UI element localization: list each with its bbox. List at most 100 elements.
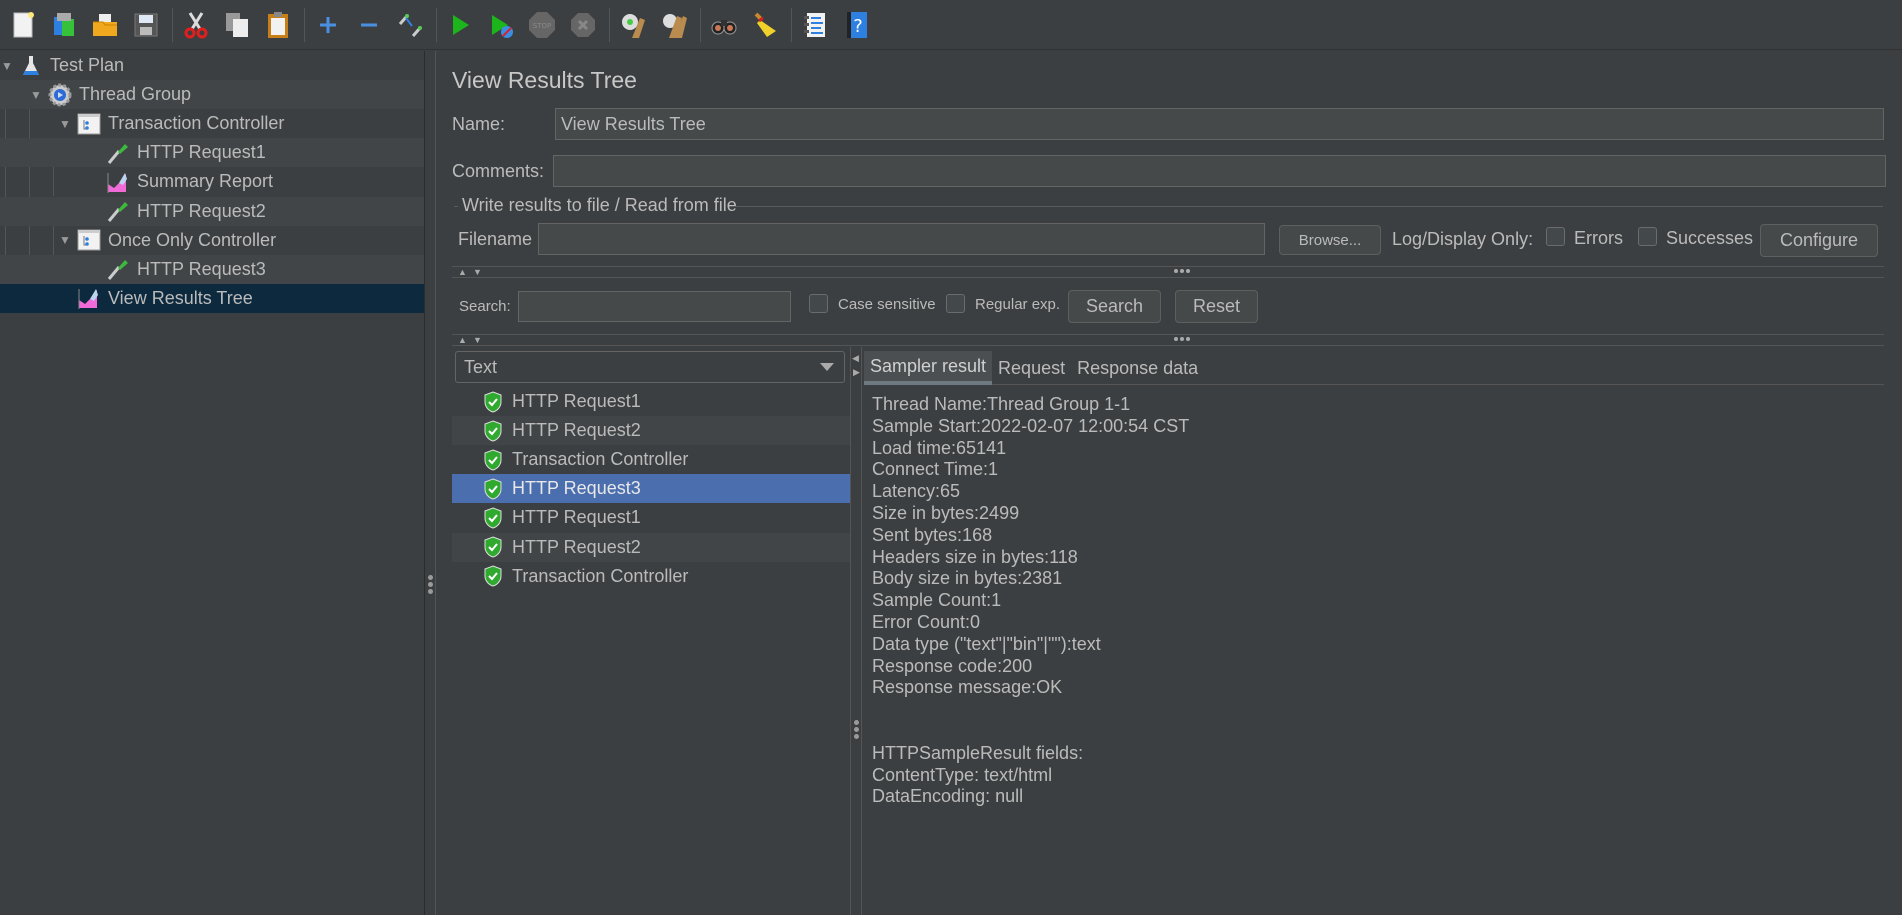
result-line: Sample Start:2022-02-07 12:00:54 CST bbox=[872, 415, 1190, 436]
clear-button[interactable] bbox=[614, 5, 652, 45]
search-input[interactable] bbox=[518, 291, 791, 322]
toolbar-separator bbox=[609, 7, 610, 42]
clear-all-icon bbox=[659, 10, 689, 40]
tree-item[interactable]: HTTP Request1 bbox=[0, 138, 424, 168]
comments-field[interactable] bbox=[553, 155, 1886, 187]
top-splitter[interactable]: ▲ ▼ bbox=[452, 266, 1884, 278]
renderer-select[interactable]: Text bbox=[455, 351, 845, 383]
successes-checkbox[interactable] bbox=[1638, 227, 1657, 246]
tree-item-label: Thread Group bbox=[79, 84, 192, 105]
collapse-left-icon[interactable]: ◀ bbox=[852, 353, 859, 364]
tree-item[interactable]: ▼ Once Only Controller bbox=[0, 226, 424, 255]
expand-arrow-icon[interactable]: ▼ bbox=[0, 59, 14, 73]
clear-all-button[interactable] bbox=[655, 5, 693, 45]
toggle-button[interactable] bbox=[391, 5, 429, 45]
result-item[interactable]: Transaction Controller bbox=[452, 562, 850, 591]
results-splitter[interactable]: ◀ ▶ bbox=[850, 347, 862, 915]
collapse-icon bbox=[354, 10, 384, 40]
toggle-icon bbox=[395, 10, 425, 40]
tree-splitter[interactable] bbox=[424, 51, 436, 915]
errors-checkbox[interactable] bbox=[1546, 227, 1565, 246]
expand-arrow-icon[interactable]: ▼ bbox=[58, 117, 72, 131]
log-display-label: Log/Display Only: bbox=[1392, 229, 1534, 249]
sampler-result-text: Thread Name:Thread Group 1-1 Sample Start… bbox=[872, 394, 1189, 808]
collapse-button[interactable] bbox=[350, 5, 388, 45]
result-item[interactable]: HTTP Request3 bbox=[452, 474, 850, 504]
tree-item[interactable]: HTTP Request3 bbox=[0, 254, 424, 284]
shutdown-button[interactable] bbox=[564, 5, 602, 45]
result-line: Response code:200 bbox=[872, 655, 1033, 676]
function-helper-button[interactable] bbox=[796, 5, 834, 45]
result-item[interactable]: HTTP Request1 bbox=[452, 503, 850, 532]
comments-label: Comments: bbox=[452, 161, 545, 181]
result-item-label: HTTP Request2 bbox=[512, 420, 641, 441]
tree-item[interactable]: ▼ Test Plan bbox=[0, 51, 424, 80]
tree-item[interactable]: ▼ Thread Group bbox=[0, 80, 424, 110]
name-field[interactable]: View Results Tree bbox=[555, 108, 1884, 140]
paste-button[interactable] bbox=[259, 5, 297, 45]
tree-item-label: Transaction Controller bbox=[108, 113, 285, 134]
result-item[interactable]: HTTP Request1 bbox=[452, 387, 850, 416]
filename-label: Filename bbox=[458, 229, 533, 249]
search-button[interactable]: Search bbox=[1068, 290, 1161, 323]
result-item-label: HTTP Request1 bbox=[512, 507, 641, 528]
bottom-splitter[interactable]: ▲ ▼ bbox=[452, 334, 1884, 346]
result-item[interactable]: Transaction Controller bbox=[452, 445, 850, 474]
expand-right-icon[interactable]: ▶ bbox=[853, 367, 860, 378]
stop-button[interactable]: STOP bbox=[523, 5, 561, 45]
reset-search-icon bbox=[750, 10, 780, 40]
result-item-label: HTTP Request2 bbox=[512, 536, 641, 557]
expand-button[interactable] bbox=[309, 5, 347, 45]
result-line: Connect Time:1 bbox=[872, 459, 999, 480]
result-line: ContentType: text/html bbox=[872, 764, 1053, 785]
expand-arrow-icon[interactable]: ▼ bbox=[58, 233, 72, 247]
result-line: DataEncoding: null bbox=[872, 786, 1024, 807]
result-item-label: HTTP Request3 bbox=[512, 478, 641, 499]
expand-icon bbox=[313, 10, 343, 40]
view-results-tree-panel: View Results Tree Name: View Results Tre… bbox=[437, 51, 1902, 915]
tab-sampler-result[interactable]: Sampler result bbox=[864, 351, 993, 385]
sampler-icon bbox=[105, 256, 131, 282]
configure-button[interactable]: Configure bbox=[1760, 224, 1878, 257]
tree-item[interactable]: View Results Tree bbox=[0, 283, 424, 313]
listener-icon bbox=[76, 285, 102, 311]
case-sensitive-checkbox[interactable] bbox=[809, 294, 828, 313]
save-button[interactable] bbox=[127, 5, 165, 45]
open-button[interactable] bbox=[86, 5, 124, 45]
expand-arrow-icon[interactable]: ▼ bbox=[29, 88, 43, 102]
copy-button[interactable] bbox=[218, 5, 256, 45]
reset-search-button[interactable] bbox=[746, 5, 784, 45]
toolbar-separator bbox=[700, 7, 701, 42]
start-no-pause-button[interactable] bbox=[482, 5, 520, 45]
filename-field[interactable] bbox=[538, 223, 1265, 255]
result-line: Response message:OK bbox=[872, 677, 1063, 698]
reset-button[interactable]: Reset bbox=[1175, 290, 1258, 323]
new-button[interactable] bbox=[4, 5, 42, 45]
help-button[interactable]: ? bbox=[837, 5, 875, 45]
result-line: Error Count:0 bbox=[872, 611, 981, 632]
successes-label: Successes bbox=[1666, 228, 1754, 248]
templates-button[interactable] bbox=[45, 5, 83, 45]
browse-button[interactable]: Browse... bbox=[1279, 225, 1381, 255]
start-button[interactable] bbox=[441, 5, 479, 45]
result-item[interactable]: HTTP Request2 bbox=[452, 532, 850, 562]
result-item[interactable]: HTTP Request2 bbox=[452, 416, 850, 446]
tab-request[interactable]: Request bbox=[992, 351, 1071, 385]
controller-icon bbox=[76, 227, 102, 253]
tab-response-data[interactable]: Response data bbox=[1071, 351, 1204, 385]
tree-item[interactable]: HTTP Request2 bbox=[0, 196, 424, 226]
results-list: HTTP Request1 HTTP Request2 Transaction Co… bbox=[452, 387, 850, 915]
search-label: Search: bbox=[459, 298, 511, 315]
start-no-pause-icon bbox=[486, 10, 516, 40]
result-item-label: Transaction Controller bbox=[512, 449, 689, 470]
search-button[interactable] bbox=[705, 5, 743, 45]
svg-text:STOP: STOP bbox=[533, 22, 551, 30]
tree-item[interactable]: Summary Report bbox=[0, 167, 424, 196]
shield-check-icon bbox=[483, 507, 503, 529]
tree-item[interactable]: ▼ Transaction Controller bbox=[0, 109, 424, 138]
regex-checkbox[interactable] bbox=[946, 294, 965, 313]
toolbar-separator bbox=[304, 7, 305, 42]
tree-item-label: HTTP Request1 bbox=[137, 142, 266, 163]
regex-label: Regular exp. bbox=[975, 296, 1061, 313]
cut-button[interactable] bbox=[177, 5, 215, 45]
